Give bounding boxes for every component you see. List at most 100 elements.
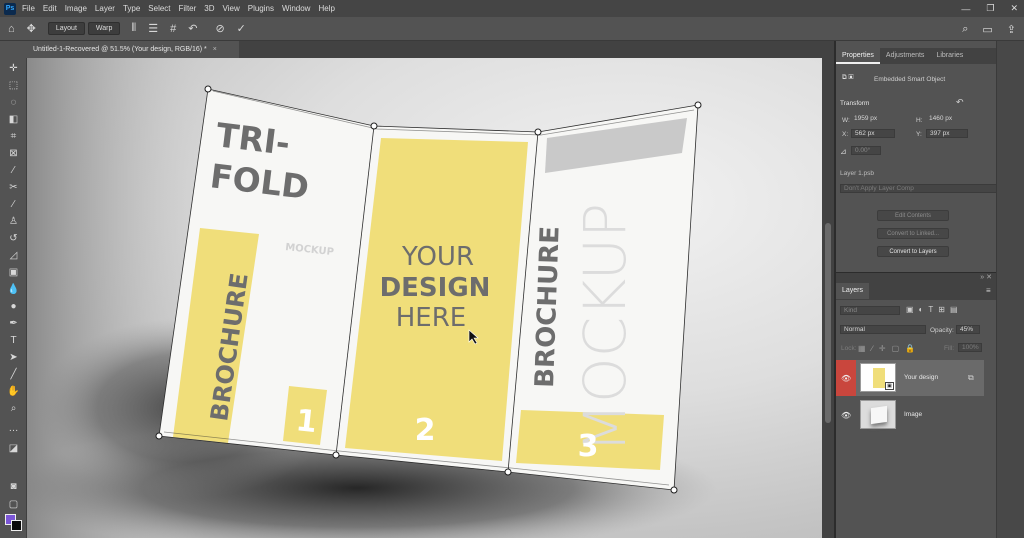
share-icon[interactable]: ⇪	[1007, 23, 1016, 36]
warp-handle[interactable]	[332, 451, 340, 459]
menu-layer[interactable]: Layer	[95, 4, 115, 13]
height-field[interactable]: 1460 px	[926, 115, 970, 124]
close-window-icon[interactable]: ✕	[1010, 3, 1018, 14]
pen-tool-icon[interactable]: ✒	[6, 317, 21, 331]
document-canvas[interactable]: TRI- FOLD MOCKUP BROCHURE 1 YOUR DESIGN …	[27, 58, 822, 538]
scrollbar-thumb[interactable]	[825, 223, 831, 423]
cancel-transform-icon[interactable]: ⊘	[215, 22, 224, 35]
reset-warp-icon[interactable]: ↶	[188, 22, 197, 35]
panel-3-mockup-text: MOCKUP	[571, 203, 639, 453]
more-tools-icon[interactable]: …	[6, 422, 21, 436]
object-select-tool-icon[interactable]: ◧	[6, 113, 21, 127]
layer-filter-icons[interactable]: ▣◐T⊞▤	[906, 305, 963, 314]
warp-handle[interactable]	[370, 122, 378, 130]
home-icon[interactable]: ⌂	[8, 23, 15, 35]
layer-comp-select[interactable]: Don't Apply Layer Comp	[840, 184, 1006, 193]
line-tool-icon[interactable]: ╱	[6, 368, 21, 382]
layer-thumbnail: ▣	[860, 363, 896, 392]
brush-tool-icon[interactable]: ∕	[6, 198, 21, 212]
commit-transform-icon[interactable]: ✓	[237, 22, 246, 35]
eye-icon[interactable]: 👁	[841, 374, 851, 383]
x-position-field[interactable]: 562 px	[851, 129, 895, 138]
screen-mode-icon[interactable]: ▢	[6, 498, 21, 512]
path-selection-tool-icon[interactable]: ➤	[6, 351, 21, 365]
menu-edit[interactable]: Edit	[43, 4, 57, 13]
y-position-field[interactable]: 397 px	[926, 129, 968, 138]
split-horizontal-icon[interactable]: ☰	[148, 22, 158, 35]
warp-handle[interactable]	[504, 468, 512, 476]
layer-row-image[interactable]: 👁 Image	[836, 397, 984, 433]
type-tool-icon[interactable]: T	[6, 334, 21, 348]
layer-filter-input[interactable]: Kind	[840, 306, 900, 315]
convert-to-linked-button[interactable]: Convert to Linked...	[877, 228, 949, 239]
eraser-tool-icon[interactable]: ◿	[6, 249, 21, 263]
gradient-tool-icon[interactable]: ▣	[6, 266, 21, 280]
dodge-tool-icon[interactable]: ●	[6, 300, 21, 314]
menu-view[interactable]: View	[223, 4, 240, 13]
minimize-icon[interactable]: —	[961, 4, 970, 14]
workspace-icon[interactable]: ▭	[982, 23, 992, 36]
warp-button[interactable]: Warp	[87, 22, 121, 35]
warp-handle[interactable]	[155, 432, 163, 440]
tab-adjustments[interactable]: Adjustments	[880, 48, 931, 64]
frame-tool-icon[interactable]: ⊠	[6, 147, 21, 161]
close-tab-icon[interactable]: ×	[213, 46, 217, 53]
layer-row-your-design[interactable]: 👁 ▣ Your design ⧉	[836, 360, 984, 396]
menu-file[interactable]: File	[22, 4, 35, 13]
hand-tool-icon[interactable]: ✋	[6, 385, 21, 399]
layer-name[interactable]: Image	[904, 411, 922, 418]
blur-tool-icon[interactable]: 💧	[6, 283, 21, 297]
restore-icon[interactable]: ❐	[986, 3, 994, 14]
move-tool-icon[interactable]: ✛	[6, 62, 21, 76]
menu-select[interactable]: Select	[148, 4, 170, 13]
menu-help[interactable]: Help	[318, 4, 334, 13]
object-type-label: Embedded Smart Object	[874, 76, 946, 83]
menu-plugins[interactable]: Plugins	[248, 4, 274, 13]
tab-libraries[interactable]: Libraries	[930, 48, 969, 64]
edit-contents-button[interactable]: Edit Contents	[877, 210, 949, 221]
document-tab[interactable]: Untitled-1-Recovered @ 51.5% (Your desig…	[27, 41, 239, 58]
warp-handle[interactable]	[694, 101, 702, 109]
opacity-field[interactable]: 45%	[956, 325, 980, 334]
layers-panel-menu-icon[interactable]: ≡	[986, 286, 991, 295]
reset-transform-icon[interactable]: ↶	[956, 97, 964, 108]
search-icon[interactable]: ⌕	[962, 23, 968, 36]
menu-type[interactable]: Type	[123, 4, 140, 13]
default-colors-icon[interactable]: ◪	[6, 442, 21, 456]
angle-field[interactable]: 0.00°	[851, 146, 881, 155]
eye-icon[interactable]: 👁	[841, 411, 851, 420]
zoom-tool-icon[interactable]: ⌕	[6, 402, 21, 416]
split-vertical-icon[interactable]: ⦀	[131, 22, 136, 35]
smart-object-badge-icon: ▣	[885, 382, 894, 390]
menu-3d[interactable]: 3D	[204, 4, 214, 13]
history-brush-tool-icon[interactable]: ↺	[6, 232, 21, 246]
crop-tool-icon[interactable]: ⌗	[6, 130, 21, 144]
width-field[interactable]: 1959 px	[851, 115, 895, 124]
warp-handle[interactable]	[670, 486, 678, 494]
lasso-tool-icon[interactable]: ◌	[6, 96, 21, 110]
menu-window[interactable]: Window	[282, 4, 310, 13]
tab-layers[interactable]: Layers	[836, 283, 870, 299]
background-color-swatch[interactable]	[11, 520, 22, 531]
layout-button[interactable]: Layout	[47, 22, 85, 35]
canvas-vertical-scrollbar[interactable]	[822, 58, 834, 538]
menu-filter[interactable]: Filter	[179, 4, 197, 13]
visibility-toggle[interactable]: 👁	[836, 397, 856, 433]
split-cross-icon[interactable]: #	[170, 23, 176, 35]
tab-properties[interactable]: Properties	[836, 48, 880, 64]
healing-brush-tool-icon[interactable]: ✂	[6, 181, 21, 195]
marquee-tool-icon[interactable]: ⬚	[6, 79, 21, 93]
lock-icons[interactable]: ▦∕✛▢🔒	[858, 344, 921, 353]
fill-field[interactable]: 100%	[958, 343, 982, 352]
tool-preset-icon[interactable]: ✥	[27, 22, 36, 35]
eyedropper-tool-icon[interactable]: ⁄	[6, 164, 21, 178]
menu-image[interactable]: Image	[65, 4, 87, 13]
convert-to-layers-button[interactable]: Convert to Layers	[877, 246, 949, 257]
clone-stamp-tool-icon[interactable]: ♙	[6, 215, 21, 229]
warp-handle[interactable]	[534, 128, 542, 136]
visibility-toggle[interactable]: 👁	[836, 360, 856, 396]
blend-mode-select[interactable]: Normal	[840, 325, 926, 334]
warp-handle[interactable]	[204, 85, 212, 93]
layer-name[interactable]: Your design	[904, 374, 938, 381]
quick-mask-icon[interactable]: ◙	[6, 480, 21, 494]
